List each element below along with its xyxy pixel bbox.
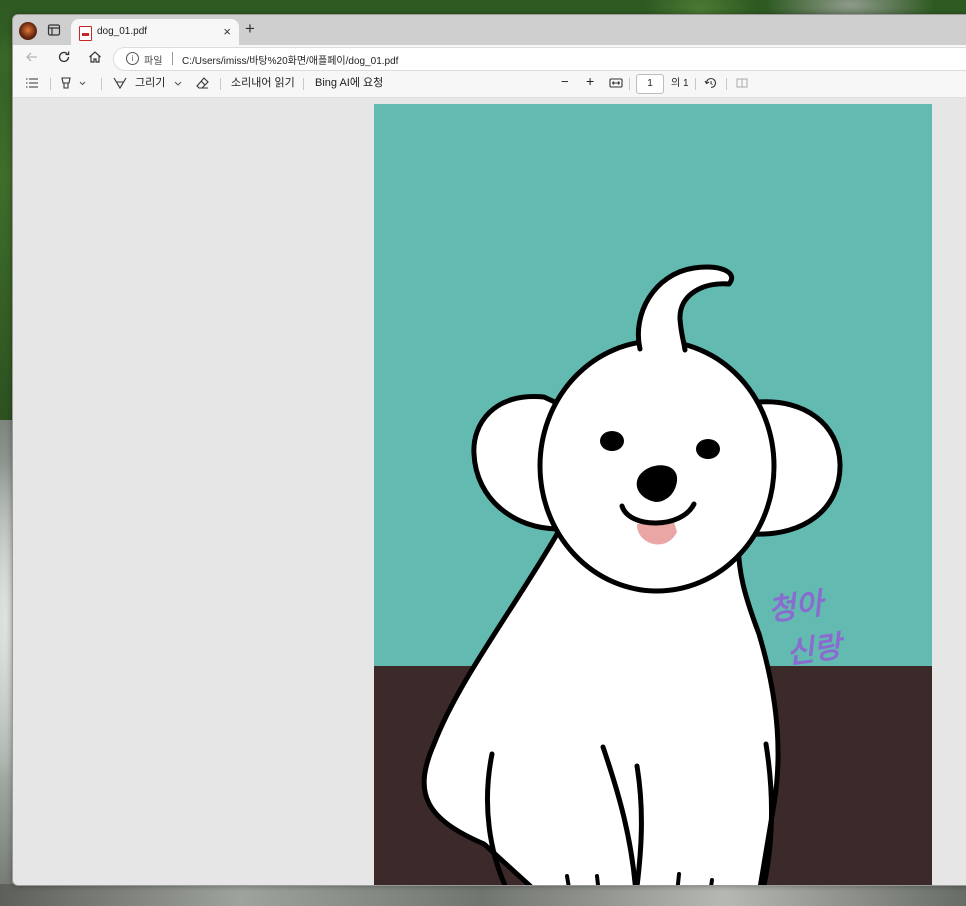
signature-line-2: 신랑 — [784, 629, 848, 672]
home-icon[interactable] — [86, 49, 104, 67]
toolbar-divider — [220, 78, 221, 90]
ask-bing-button[interactable]: Bing AI에 요청 — [315, 76, 383, 90]
toolbar-divider — [695, 78, 696, 90]
page-number-input[interactable]: 1 — [636, 74, 664, 94]
dog-eye-right — [696, 439, 720, 459]
eraser-icon[interactable] — [196, 76, 210, 94]
info-icon[interactable]: i — [126, 52, 139, 65]
fit-page-icon[interactable] — [609, 76, 623, 94]
tab-actions-icon[interactable] — [46, 22, 62, 38]
zoom-in-button[interactable]: + — [586, 74, 594, 88]
dog-toe — [595, 874, 601, 885]
tab-close-button[interactable]: × — [223, 24, 231, 39]
pdf-toolbar: 그리기 소리내어 읽기 Bing AI에 요청 − + 1 의 1 — [13, 71, 966, 98]
chevron-down-icon[interactable] — [173, 76, 183, 94]
tab-title: dog_01.pdf — [97, 26, 148, 37]
toolbar-divider — [101, 78, 102, 90]
zoom-out-button[interactable]: − — [561, 75, 569, 89]
back-icon[interactable] — [23, 49, 41, 67]
dog-toe — [709, 878, 714, 885]
dog-eye-left — [600, 431, 624, 451]
dog-toe — [675, 872, 681, 885]
draw-icon[interactable] — [113, 76, 127, 94]
refresh-icon[interactable] — [55, 49, 73, 67]
browser-window: dog_01.pdf × + i 파일 C:/Users/imiss/바탕%20… — [12, 14, 966, 886]
pdf-viewer[interactable]: 청아 신랑 — [13, 98, 966, 885]
highlight-icon[interactable] — [59, 76, 87, 94]
pdf-page: 청아 신랑 — [374, 104, 932, 885]
url-text[interactable]: C:/Users/imiss/바탕%20화면/애플페이/dog_01.pdf — [182, 52, 398, 67]
tab-strip: dog_01.pdf × + — [13, 15, 966, 45]
dog-illustration: 청아 신랑 — [374, 264, 932, 885]
address-bar[interactable]: i 파일 C:/Users/imiss/바탕%20화면/애플페이/dog_01.… — [113, 47, 966, 71]
toolbar-divider — [50, 78, 51, 90]
read-aloud-button[interactable]: 소리내어 읽기 — [231, 76, 295, 90]
page-total-label: 의 1 — [671, 78, 689, 89]
dog-hair-tuft — [635, 264, 734, 353]
toolbar-divider — [629, 78, 630, 90]
pdf-file-icon — [79, 26, 92, 41]
wallpaper-rocks — [0, 884, 966, 906]
rotate-icon[interactable] — [704, 76, 718, 94]
navigation-bar: i 파일 C:/Users/imiss/바탕%20화면/애플페이/dog_01.… — [13, 45, 966, 71]
two-page-icon[interactable] — [735, 76, 749, 94]
profile-avatar[interactable] — [19, 22, 37, 40]
dog-body — [421, 526, 781, 885]
toolbar-divider — [726, 78, 727, 90]
artist-signature: 청아 신랑 — [766, 586, 848, 672]
new-tab-button[interactable]: + — [245, 20, 255, 38]
signature-line-1: 청아 — [766, 586, 829, 629]
address-separator — [172, 52, 173, 65]
tab-dog-pdf[interactable]: dog_01.pdf × — [71, 19, 239, 45]
toolbar-divider — [303, 78, 304, 90]
scheme-label: 파일 — [144, 56, 163, 67]
draw-label[interactable]: 그리기 — [135, 76, 165, 90]
contents-icon[interactable] — [25, 76, 39, 94]
